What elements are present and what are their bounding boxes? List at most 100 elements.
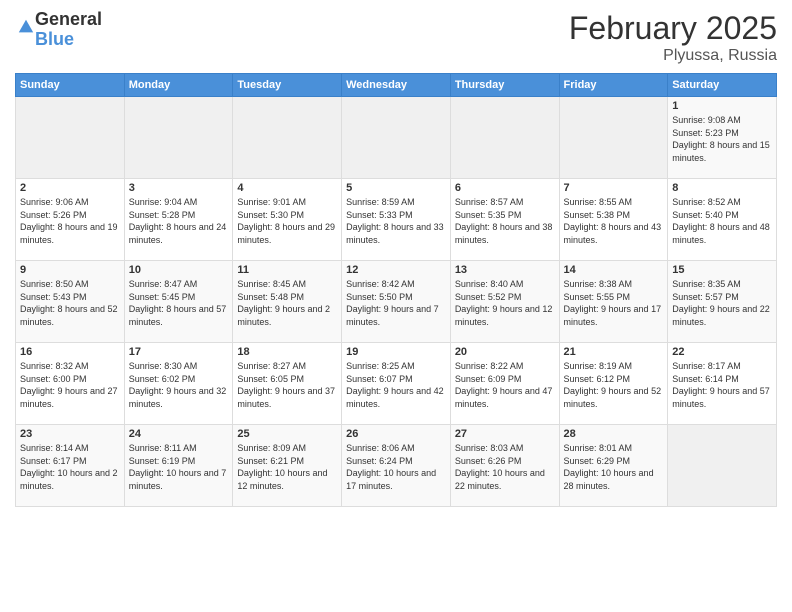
calendar-cell [342,97,451,179]
day-number: 12 [346,264,446,276]
day-number: 20 [455,346,555,358]
calendar-cell: 1Sunrise: 9:08 AM Sunset: 5:23 PM Daylig… [668,97,777,179]
day-info: Sunrise: 8:11 AM Sunset: 6:19 PM Dayligh… [129,442,229,492]
day-info: Sunrise: 8:22 AM Sunset: 6:09 PM Dayligh… [455,360,555,410]
title-block: February 2025 Plyussa, Russia [569,10,777,65]
calendar-cell: 5Sunrise: 8:59 AM Sunset: 5:33 PM Daylig… [342,179,451,261]
weekday-header-thursday: Thursday [450,74,559,97]
calendar-cell: 6 Sunrise: 8:57 AM Sunset: 5:35 PM Daylig… [450,179,559,261]
calendar-cell: 14 Sunrise: 8:38 AM Sunset: 5:55 PM Dayli… [559,261,668,343]
day-number: 13 [455,264,555,276]
calendar-cell: 2Sunrise: 9:06 AM Sunset: 5:26 PM Daylig… [16,179,125,261]
calendar-cell: 19 Sunrise: 8:25 AM Sunset: 6:07 PM Dayli… [342,343,451,425]
calendar-cell: 8 Sunrise: 8:52 AM Sunset: 5:40 PM Daylig… [668,179,777,261]
calendar-body: 1Sunrise: 9:08 AM Sunset: 5:23 PM Daylig… [16,97,777,507]
calendar-cell [233,97,342,179]
logo-general: General [35,9,102,29]
day-number: 4 [237,182,337,194]
logo-text: General Blue [35,10,102,50]
day-number: 3 [129,182,229,194]
calendar-cell [450,97,559,179]
calendar-week-4: 16 Sunrise: 8:32 AM Sunset: 6:00 PM Dayli… [16,343,777,425]
day-number: 22 [672,346,772,358]
calendar-week-3: 9 Sunrise: 8:50 AM Sunset: 5:43 PM Daylig… [16,261,777,343]
calendar-week-5: 23 Sunrise: 8:14 AM Sunset: 6:17 PM Dayli… [16,425,777,507]
day-info: Sunrise: 8:25 AM Sunset: 6:07 PM Dayligh… [346,360,446,410]
day-number: 6 [455,182,555,194]
day-info: Sunrise: 8:14 AM Sunset: 6:17 PM Dayligh… [20,442,120,492]
day-number: 7 [564,182,664,194]
day-number: 9 [20,264,120,276]
day-info: Sunrise: 9:08 AM Sunset: 5:23 PM Dayligh… [672,114,772,164]
calendar-cell: 25 Sunrise: 8:09 AM Sunset: 6:21 PM Dayli… [233,425,342,507]
weekday-header-monday: Monday [124,74,233,97]
calendar-cell [124,97,233,179]
calendar-cell: 7 Sunrise: 8:55 AM Sunset: 5:38 PM Daylig… [559,179,668,261]
calendar-cell: 26Sunrise: 8:06 AM Sunset: 6:24 PM Dayli… [342,425,451,507]
day-number: 18 [237,346,337,358]
day-number: 24 [129,428,229,440]
calendar: SundayMondayTuesdayWednesdayThursdayFrid… [15,73,777,507]
calendar-cell: 15Sunrise: 8:35 AM Sunset: 5:57 PM Dayli… [668,261,777,343]
day-info: Sunrise: 8:17 AM Sunset: 6:14 PM Dayligh… [672,360,772,410]
calendar-cell: 17 Sunrise: 8:30 AM Sunset: 6:02 PM Dayli… [124,343,233,425]
calendar-cell: 23 Sunrise: 8:14 AM Sunset: 6:17 PM Dayli… [16,425,125,507]
day-info: Sunrise: 8:27 AM Sunset: 6:05 PM Dayligh… [237,360,337,410]
day-info: Sunrise: 8:57 AM Sunset: 5:35 PM Dayligh… [455,196,555,246]
day-number: 14 [564,264,664,276]
day-number: 16 [20,346,120,358]
day-info: Sunrise: 8:19 AM Sunset: 6:12 PM Dayligh… [564,360,664,410]
day-info: Sunrise: 8:09 AM Sunset: 6:21 PM Dayligh… [237,442,337,492]
day-number: 10 [129,264,229,276]
weekday-header-wednesday: Wednesday [342,74,451,97]
header: General Blue February 2025 Plyussa, Russ… [15,10,777,65]
day-number: 19 [346,346,446,358]
day-number: 15 [672,264,772,276]
weekday-header-saturday: Saturday [668,74,777,97]
day-info: Sunrise: 8:30 AM Sunset: 6:02 PM Dayligh… [129,360,229,410]
day-number: 23 [20,428,120,440]
weekday-header-friday: Friday [559,74,668,97]
calendar-cell: 10 Sunrise: 8:47 AM Sunset: 5:45 PM Dayli… [124,261,233,343]
calendar-week-1: 1Sunrise: 9:08 AM Sunset: 5:23 PM Daylig… [16,97,777,179]
page: General Blue February 2025 Plyussa, Russ… [0,0,792,612]
day-number: 27 [455,428,555,440]
calendar-cell: 16 Sunrise: 8:32 AM Sunset: 6:00 PM Dayli… [16,343,125,425]
day-info: Sunrise: 8:55 AM Sunset: 5:38 PM Dayligh… [564,196,664,246]
calendar-cell: 22 Sunrise: 8:17 AM Sunset: 6:14 PM Dayli… [668,343,777,425]
calendar-cell: 21 Sunrise: 8:19 AM Sunset: 6:12 PM Dayli… [559,343,668,425]
calendar-cell: 3 Sunrise: 9:04 AM Sunset: 5:28 PM Daylig… [124,179,233,261]
day-info: Sunrise: 8:32 AM Sunset: 6:00 PM Dayligh… [20,360,120,410]
calendar-cell: 4Sunrise: 9:01 AM Sunset: 5:30 PM Daylig… [233,179,342,261]
day-info: Sunrise: 8:38 AM Sunset: 5:55 PM Dayligh… [564,278,664,328]
day-info: Sunrise: 9:04 AM Sunset: 5:28 PM Dayligh… [129,196,229,246]
weekday-header-tuesday: Tuesday [233,74,342,97]
day-info: Sunrise: 8:40 AM Sunset: 5:52 PM Dayligh… [455,278,555,328]
calendar-cell: 27Sunrise: 8:03 AM Sunset: 6:26 PM Dayli… [450,425,559,507]
day-number: 26 [346,428,446,440]
calendar-cell [559,97,668,179]
day-info: Sunrise: 8:52 AM Sunset: 5:40 PM Dayligh… [672,196,772,246]
weekday-row: SundayMondayTuesdayWednesdayThursdayFrid… [16,74,777,97]
calendar-cell: 18 Sunrise: 8:27 AM Sunset: 6:05 PM Dayli… [233,343,342,425]
calendar-cell: 24 Sunrise: 8:11 AM Sunset: 6:19 PM Dayli… [124,425,233,507]
calendar-cell: 12Sunrise: 8:42 AM Sunset: 5:50 PM Dayli… [342,261,451,343]
day-info: Sunrise: 8:47 AM Sunset: 5:45 PM Dayligh… [129,278,229,328]
calendar-cell: 28Sunrise: 8:01 AM Sunset: 6:29 PM Dayli… [559,425,668,507]
day-info: Sunrise: 8:01 AM Sunset: 6:29 PM Dayligh… [564,442,664,492]
location: Plyussa, Russia [569,47,777,65]
calendar-cell: 20 Sunrise: 8:22 AM Sunset: 6:09 PM Dayli… [450,343,559,425]
calendar-cell [16,97,125,179]
weekday-header-sunday: Sunday [16,74,125,97]
calendar-week-2: 2Sunrise: 9:06 AM Sunset: 5:26 PM Daylig… [16,179,777,261]
day-number: 21 [564,346,664,358]
day-number: 8 [672,182,772,194]
calendar-header: SundayMondayTuesdayWednesdayThursdayFrid… [16,74,777,97]
day-number: 25 [237,428,337,440]
day-info: Sunrise: 8:50 AM Sunset: 5:43 PM Dayligh… [20,278,120,328]
month-year: February 2025 [569,10,777,47]
logo: General Blue [15,10,102,50]
calendar-cell [668,425,777,507]
calendar-cell: 11Sunrise: 8:45 AM Sunset: 5:48 PM Dayli… [233,261,342,343]
day-number: 17 [129,346,229,358]
